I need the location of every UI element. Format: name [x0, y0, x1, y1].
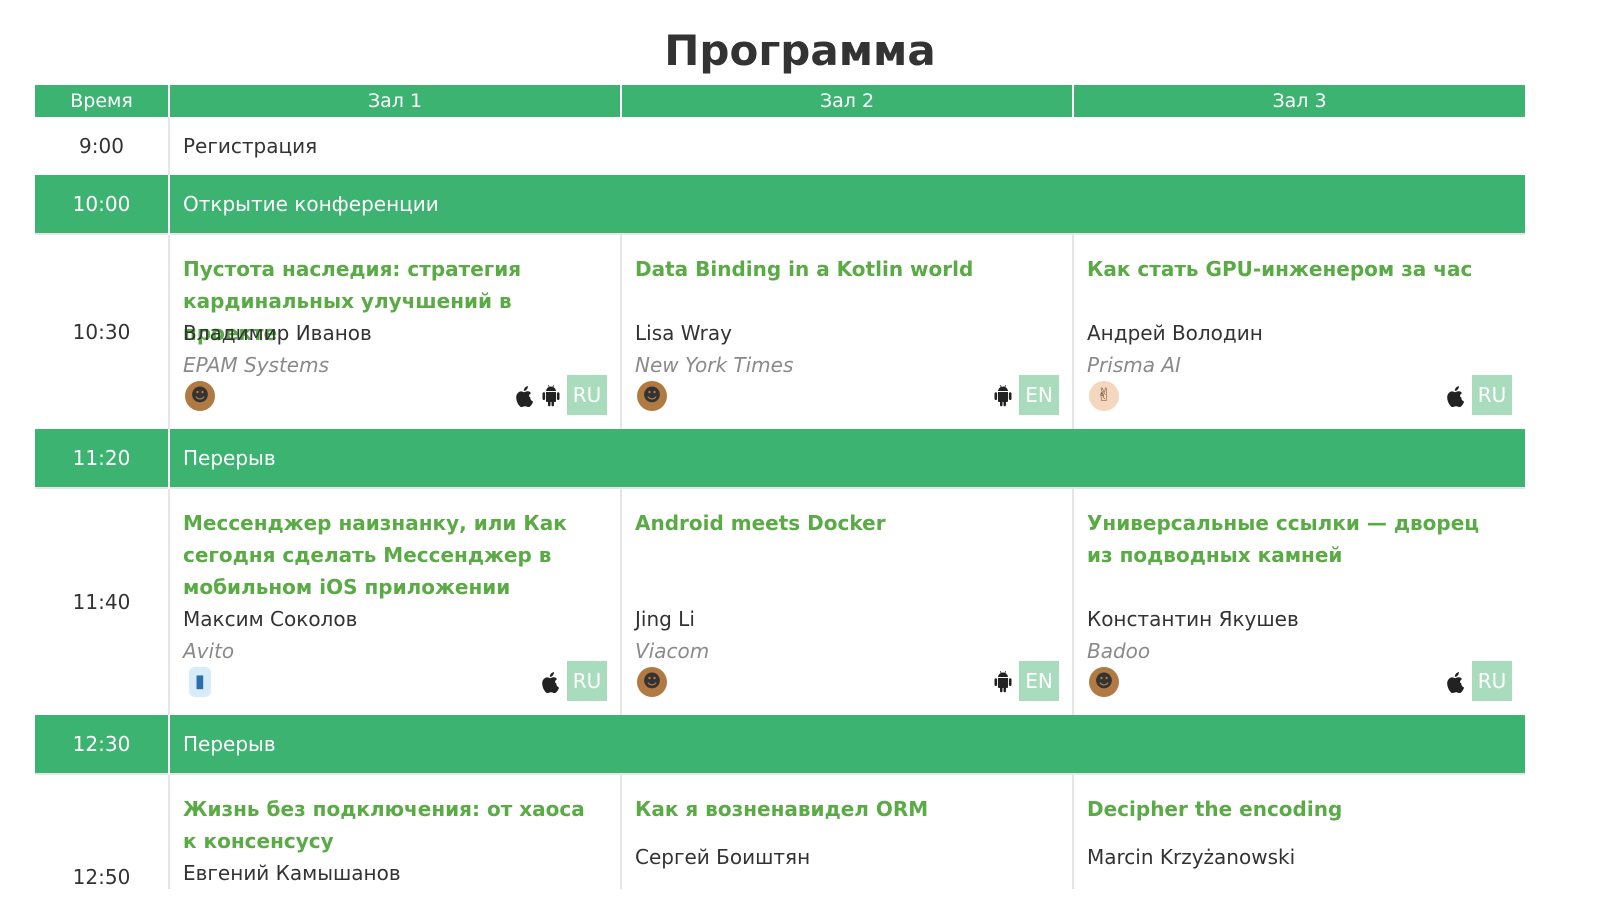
time-cell: 9:00 [79, 134, 124, 158]
language-badge: RU [567, 375, 607, 415]
time-cell: 11:40 [35, 487, 169, 715]
talk-title-link[interactable]: Жизнь без подключения: от хаоса к консен… [183, 793, 590, 857]
talk-title-link[interactable]: Пустота наследия: стратегия кардинальных… [183, 253, 590, 345]
talk-title-link[interactable]: Android meets Docker [635, 507, 1042, 603]
talk-cell: Мессенджер наизнанку, или Как сегодня сд… [168, 487, 621, 715]
schedule-row-1030: 10:30 Пустота наследия: стратегия кардин… [35, 233, 1525, 429]
event-text: Перерыв [168, 715, 1525, 774]
schedule-row-1230: 12:30 Перерыв [35, 715, 1525, 774]
platform-icons [993, 671, 1013, 693]
talk-title-link[interactable]: Как я возненавидел ORM [635, 793, 1042, 825]
event-text: Открытие конференции [168, 175, 1525, 234]
talk-footer: ▮ RU [183, 661, 607, 701]
apple-icon [1447, 386, 1465, 407]
talk-footer: ☻ EN [635, 375, 1059, 415]
language-badge: EN [1019, 375, 1059, 415]
speaker-name: Jing Li [635, 607, 695, 631]
language-badge: EN [1019, 661, 1059, 701]
schedule-row-1120: 11:20 Перерыв [35, 429, 1525, 488]
bearded-face-icon: ☻ [185, 381, 215, 411]
column-header-hall-2: Зал 2 [620, 85, 1073, 117]
talk-cell: Жизнь без подключения: от хаоса к консен… [168, 773, 621, 889]
time-cell: 11:20 [35, 429, 169, 488]
talk-cell: Как стать GPU-инженером за час Андрей Во… [1072, 233, 1525, 429]
speaker-name: Marcin Krzyżanowski [1087, 845, 1296, 869]
apple-icon [516, 386, 534, 407]
schedule-row-1250: 12:50 Жизнь без подключения: от хаоса к … [35, 773, 1525, 889]
platform-icons [515, 385, 561, 407]
talk-title-link[interactable]: Data Binding in a Kotlin world [635, 253, 1042, 317]
talk-cell: Как я возненавидел ORM Сергей Боиштян [620, 773, 1073, 889]
event-text: Регистрация [168, 117, 1525, 175]
speaker-name: Lisa Wray [635, 321, 732, 345]
time-cell: 10:30 [35, 233, 169, 429]
android-icon [542, 385, 560, 407]
apple-icon [542, 672, 560, 693]
bearded-face-icon: ☻ [637, 381, 667, 411]
time-cell: 12:30 [35, 715, 169, 774]
schedule-table: Время Зал 1 Зал 2 Зал 3 9:00 Регистрация… [35, 85, 1525, 889]
platform-icons [541, 671, 561, 693]
platform-icons [1446, 385, 1466, 407]
talk-title-link[interactable]: Как стать GPU-инженером за час [1087, 253, 1495, 317]
android-icon [994, 385, 1012, 407]
rock-hand-icon: ✌ [1089, 381, 1119, 411]
platform-icons [993, 385, 1013, 407]
talk-title-link[interactable]: Универсальные ссылки — дворец из подводн… [1087, 507, 1495, 603]
talk-footer: ☻ RU [1087, 661, 1512, 701]
bearded-face-icon: ☻ [1089, 667, 1119, 697]
language-badge: RU [1472, 661, 1512, 701]
cup-icon: ▮ [189, 667, 211, 697]
column-header-time: Время [35, 85, 169, 117]
talk-cell: Универсальные ссылки — дворец из подводн… [1072, 487, 1525, 715]
time-cell: 12:50 [35, 773, 169, 889]
bearded-face-icon: ☻ [637, 667, 667, 697]
speaker-name: Сергей Боиштян [635, 845, 811, 869]
speaker-name: Андрей Володин [1087, 321, 1263, 345]
schedule-row-1140: 11:40 Мессенджер наизнанку, или Как сего… [35, 487, 1525, 715]
talk-footer: ☻ EN [635, 661, 1059, 701]
speaker-name: Константин Якушев [1087, 607, 1299, 631]
language-badge: RU [1472, 375, 1512, 415]
column-header-hall-1: Зал 1 [168, 85, 621, 117]
talk-footer: ☻ RU [183, 375, 607, 415]
speaker-name: Владимир Иванов [183, 321, 372, 345]
schedule-row-1000: 10:00 Открытие конференции [35, 175, 1525, 234]
schedule-row-900: 9:00 Регистрация [35, 117, 1525, 175]
talk-footer: ✌ RU [1087, 375, 1512, 415]
talk-cell: Decipher the encoding Marcin Krzyżanowsk… [1072, 773, 1525, 889]
android-icon [994, 671, 1012, 693]
speaker-name: Евгений Камышанов [183, 861, 401, 885]
talk-cell: Android meets Docker Jing Li Viacom ☻ EN [620, 487, 1073, 715]
talk-title-link[interactable]: Decipher the encoding [1087, 793, 1495, 825]
apple-icon [1447, 672, 1465, 693]
event-text: Перерыв [168, 429, 1525, 488]
language-badge: RU [567, 661, 607, 701]
header-row: Время Зал 1 Зал 2 Зал 3 [35, 85, 1525, 117]
column-header-hall-3: Зал 3 [1072, 85, 1525, 117]
platform-icons [1446, 671, 1466, 693]
speaker-name: Максим Соколов [183, 607, 358, 631]
talk-cell: Data Binding in a Kotlin world Lisa Wray… [620, 233, 1073, 429]
time-cell: 10:00 [35, 175, 169, 234]
talk-cell: Пустота наследия: стратегия кардинальных… [168, 233, 621, 429]
page-title: Программа [664, 26, 936, 75]
talk-title-link[interactable]: Мессенджер наизнанку, или Как сегодня сд… [183, 507, 590, 603]
